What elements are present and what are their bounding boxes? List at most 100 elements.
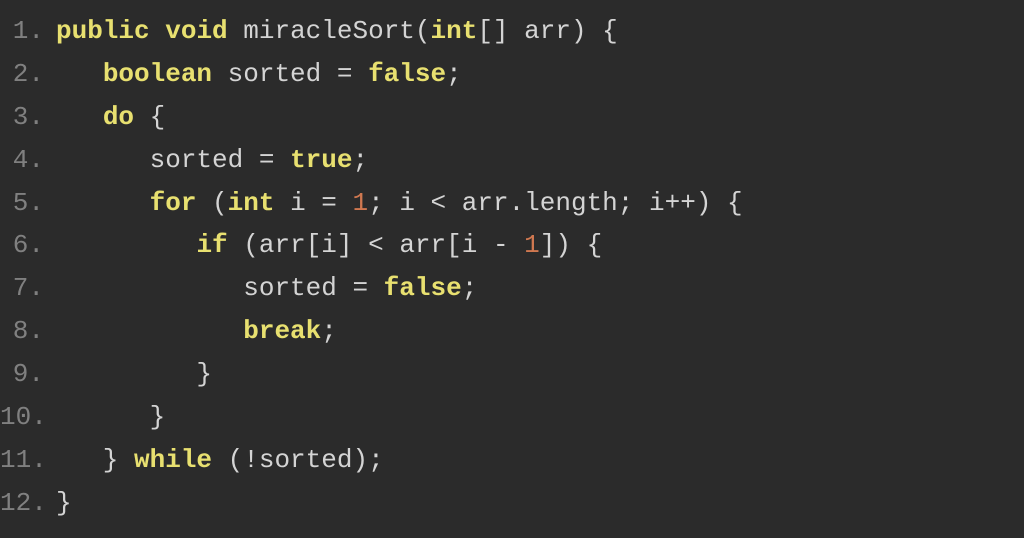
- token-punct: ;: [352, 145, 368, 175]
- token-punct: =: [321, 59, 368, 89]
- code-line: 2. boolean sorted = false;: [0, 53, 1024, 96]
- token-keyword: public: [56, 16, 150, 46]
- token-type: int: [431, 16, 478, 46]
- token-bool: true: [290, 145, 352, 175]
- token-ident: sorted: [150, 145, 244, 175]
- token-punct: ) {: [571, 16, 618, 46]
- token-punct: }: [56, 402, 165, 432]
- token-punct: [228, 16, 244, 46]
- code-content: }: [56, 353, 1024, 396]
- token-ident: arr: [462, 188, 509, 218]
- code-line: 4. sorted = true;: [0, 139, 1024, 182]
- code-content: boolean sorted = false;: [56, 53, 1024, 96]
- line-number: 12.: [0, 482, 56, 525]
- token-punct: .: [509, 188, 525, 218]
- token-punct: [56, 273, 243, 303]
- token-bool: false: [384, 273, 462, 303]
- code-line: 9. }: [0, 353, 1024, 396]
- code-line: 6. if (arr[i] < arr[i - 1]) {: [0, 224, 1024, 267]
- token-punct: (: [196, 188, 227, 218]
- token-punct: }: [56, 359, 212, 389]
- line-number: 5.: [0, 182, 56, 225]
- token-punct: [56, 145, 150, 175]
- code-line: 1.public void miracleSort(int[] arr) {: [0, 10, 1024, 53]
- token-ident: i: [649, 188, 665, 218]
- token-ident: arr: [259, 230, 306, 260]
- token-bool: false: [368, 59, 446, 89]
- token-keyword: for: [150, 188, 197, 218]
- line-number: 3.: [0, 96, 56, 139]
- token-punct: ]) {: [540, 230, 602, 260]
- token-ident: sorted: [243, 273, 337, 303]
- code-line: 8. break;: [0, 310, 1024, 353]
- code-line: 12.}: [0, 482, 1024, 525]
- token-punct: ] <: [337, 230, 399, 260]
- token-punct: =: [243, 145, 290, 175]
- token-punct: []: [477, 16, 524, 46]
- line-number: 9.: [0, 353, 56, 396]
- token-punct: ;: [462, 273, 478, 303]
- token-punct: ;: [446, 59, 462, 89]
- token-punct: =: [306, 188, 353, 218]
- code-content: }: [56, 396, 1024, 439]
- code-content: sorted = true;: [56, 139, 1024, 182]
- code-content: break;: [56, 310, 1024, 353]
- token-punct: {: [134, 102, 165, 132]
- token-type: boolean: [103, 59, 212, 89]
- code-content: do {: [56, 96, 1024, 139]
- token-ident: i: [399, 188, 415, 218]
- code-line: 7. sorted = false;: [0, 267, 1024, 310]
- code-line: 11. } while (!sorted);: [0, 439, 1024, 482]
- token-punct: (: [228, 230, 259, 260]
- code-content: public void miracleSort(int[] arr) {: [56, 10, 1024, 53]
- token-punct: [150, 16, 166, 46]
- token-punct: [56, 59, 103, 89]
- token-keyword: if: [196, 230, 227, 260]
- line-number: 6.: [0, 224, 56, 267]
- token-ident: arr: [524, 16, 571, 46]
- token-ident: miracleSort: [243, 16, 415, 46]
- token-punct: =: [337, 273, 384, 303]
- token-type: int: [228, 188, 275, 218]
- token-ident: arr: [399, 230, 446, 260]
- line-number: 8.: [0, 310, 56, 353]
- token-ident: sorted: [228, 59, 322, 89]
- code-line: 3. do {: [0, 96, 1024, 139]
- token-punct: [56, 316, 243, 346]
- code-content: }: [56, 482, 1024, 525]
- token-punct: ;: [618, 188, 649, 218]
- line-number: 4.: [0, 139, 56, 182]
- token-punct: }: [56, 445, 134, 475]
- token-punct: ;: [368, 188, 399, 218]
- token-keyword: do: [103, 102, 134, 132]
- token-num: 1: [353, 188, 369, 218]
- line-number: 10.: [0, 396, 56, 439]
- token-punct: [274, 188, 290, 218]
- token-punct: <: [415, 188, 462, 218]
- token-punct: ;: [321, 316, 337, 346]
- code-line: 5. for (int i = 1; i < arr.length; i++) …: [0, 182, 1024, 225]
- token-punct: (!: [212, 445, 259, 475]
- token-ident: i: [290, 188, 306, 218]
- line-number: 11.: [0, 439, 56, 482]
- token-punct: [56, 230, 196, 260]
- token-num: 1: [524, 230, 540, 260]
- token-keyword: break: [243, 316, 321, 346]
- token-keyword: while: [134, 445, 212, 475]
- code-content: for (int i = 1; i < arr.length; i++) {: [56, 182, 1024, 225]
- token-punct: (: [415, 16, 431, 46]
- code-content: sorted = false;: [56, 267, 1024, 310]
- token-punct: [: [306, 230, 322, 260]
- token-ident: i: [462, 230, 478, 260]
- token-ident: i: [321, 230, 337, 260]
- token-punct: [212, 59, 228, 89]
- token-punct: ++) {: [665, 188, 743, 218]
- line-number: 7.: [0, 267, 56, 310]
- code-line: 10. }: [0, 396, 1024, 439]
- code-content: } while (!sorted);: [56, 439, 1024, 482]
- token-punct: );: [352, 445, 383, 475]
- token-punct: [56, 102, 103, 132]
- token-punct: -: [477, 230, 524, 260]
- line-number: 2.: [0, 53, 56, 96]
- code-block: 1.public void miracleSort(int[] arr) {2.…: [0, 10, 1024, 525]
